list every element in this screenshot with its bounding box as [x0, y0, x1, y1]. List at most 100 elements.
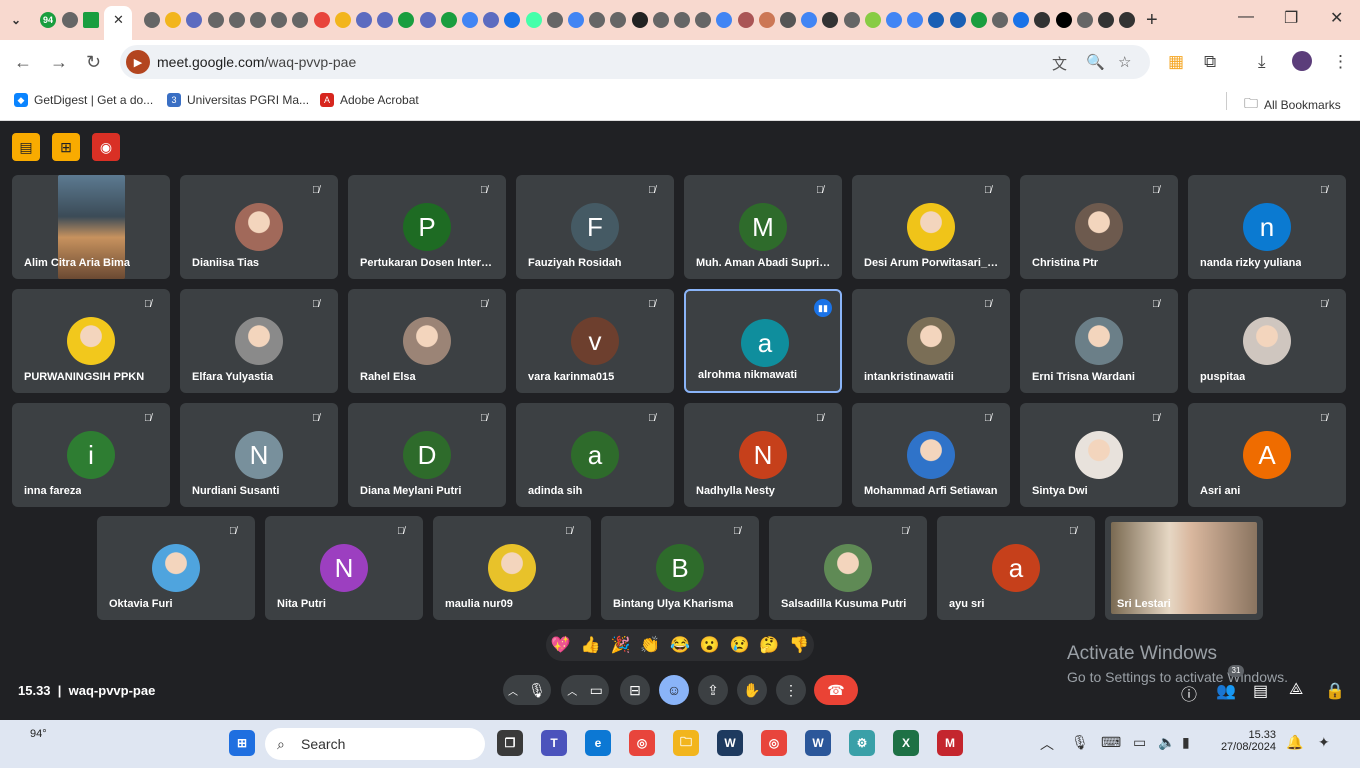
tab-favicon[interactable]	[1098, 12, 1114, 28]
bookmark-getdigest[interactable]: ◆ GetDigest | Get a do...	[14, 93, 153, 107]
translate-icon[interactable]: 文	[1052, 53, 1067, 74]
tab-favicon[interactable]	[504, 12, 521, 28]
tab-favicon[interactable]	[377, 12, 394, 28]
reaction-emoji[interactable]: 😢	[730, 635, 750, 655]
tab-favicon[interactable]	[822, 12, 839, 28]
reaction-emoji[interactable]: 👎	[789, 635, 809, 655]
bookmark-adobe-acrobat[interactable]: A Adobe Acrobat	[320, 93, 419, 107]
no-recording-icon[interactable]: ▤	[12, 133, 40, 161]
tab-search-chevron-icon[interactable]: ⌄	[8, 12, 24, 28]
present-button[interactable]: ⇪	[698, 675, 728, 705]
reload-button[interactable]: ↻	[86, 52, 101, 73]
participant-tile[interactable]: P 🎙̸ Pertukaran Dosen Intern...	[348, 175, 506, 279]
tab-favicon[interactable]	[525, 12, 542, 28]
weather-widget[interactable]: 94°	[30, 728, 47, 740]
participant-tile[interactable]: M 🎙̸ Muh. Aman Abadi Supriy...	[684, 175, 842, 279]
participant-tile[interactable]: D 🎙̸ Diana Meylani Putri	[348, 403, 506, 507]
download-icon[interactable]: ⤓	[1258, 52, 1266, 72]
forward-button[interactable]: →	[50, 52, 68, 73]
sheets-tab-icon[interactable]	[83, 12, 99, 28]
start-button[interactable]: ⊞	[229, 730, 255, 756]
tab-favicon[interactable]	[334, 12, 351, 28]
task-view-icon[interactable]: ❐	[497, 730, 523, 756]
tab-favicon[interactable]	[419, 12, 436, 28]
activities-icon[interactable]: ⟁	[1289, 681, 1303, 699]
tab-favicon[interactable]	[568, 12, 584, 28]
tab-favicon[interactable]	[313, 12, 330, 28]
address-bar[interactable]: ▶ meet.google.com/waq-pvvp-pae 文 🔍 ☆	[120, 45, 1150, 79]
participant-tile[interactable]: A 🎙̸ Asri ani	[1188, 403, 1346, 507]
participant-tile[interactable]: 🎙̸ PURWANINGSIH PPKN	[12, 289, 170, 393]
raise-hand-button[interactable]: ✋	[737, 675, 767, 705]
tab-favicon[interactable]	[780, 12, 796, 28]
participant-tile[interactable]: i 🎙̸ inna fareza	[12, 403, 170, 507]
recording-icon[interactable]: ◉	[92, 133, 120, 161]
participant-tile[interactable]: 🎙̸ Dianiisa Tias	[180, 175, 338, 279]
participant-tile[interactable]: 🎙̸ Christina Ptr	[1020, 175, 1178, 279]
tab-favicon[interactable]	[228, 12, 245, 28]
tab-icon[interactable]	[62, 12, 78, 28]
tab-favicon[interactable]	[250, 12, 266, 28]
participant-tile[interactable]: 🎙̸ Sintya Dwi	[1020, 403, 1178, 507]
display-icon[interactable]: ▭	[1133, 734, 1146, 751]
tab-favicon[interactable]	[1119, 12, 1136, 28]
close-window-button[interactable]: ✕	[1330, 8, 1343, 28]
notification-icon[interactable]: 🔔	[1286, 734, 1303, 751]
participant-tile[interactable]: N 🎙̸ Nita Putri	[265, 516, 423, 620]
chrome-profile-icon[interactable]: ◎	[761, 730, 787, 756]
participant-tile[interactable]: 🎙̸ Mohammad Arfi Setiawan	[852, 403, 1010, 507]
extension-icon[interactable]: ▦	[1168, 52, 1184, 72]
tab-favicon[interactable]	[1076, 12, 1093, 28]
participant-tile[interactable]: 🎙̸ intankristinawatii	[852, 289, 1010, 393]
tab-favicon[interactable]	[186, 12, 203, 28]
tab-favicon[interactable]	[992, 12, 1008, 28]
url-text[interactable]: meet.google.com/waq-pvvp-pae	[157, 54, 356, 70]
participant-tile[interactable]: Sri Lestari	[1105, 516, 1263, 620]
tab-favicon[interactable]	[292, 12, 309, 28]
zoom-icon[interactable]: 🔍	[1086, 53, 1105, 71]
active-tab[interactable]: ✕	[104, 6, 132, 40]
bookmark-unipgri[interactable]: 3 Universitas PGRI Ma...	[167, 93, 309, 107]
participant-tile[interactable]: a 🎙̸ ayu sri	[937, 516, 1095, 620]
mendeley-icon[interactable]: M	[937, 730, 963, 756]
tab-badge-icon[interactable]: 94	[40, 12, 56, 28]
tab-favicon[interactable]	[271, 12, 288, 28]
reaction-emoji[interactable]: 💖	[551, 635, 571, 655]
tab-favicon[interactable]	[843, 12, 860, 28]
reaction-emoji[interactable]: 😂	[670, 635, 690, 655]
chrome-icon[interactable]: ◎	[629, 730, 655, 756]
tab-favicon[interactable]	[886, 12, 902, 28]
chat-icon[interactable]: ▤	[1253, 681, 1268, 701]
tab-favicon[interactable]	[589, 12, 606, 28]
participant-tile[interactable]: N 🎙̸ Nurdiani Susanti	[180, 403, 338, 507]
battery-icon[interactable]: ▮	[1182, 734, 1190, 751]
bookmark-star-icon[interactable]: ☆	[1118, 53, 1131, 71]
all-bookmarks-button[interactable]: 🗀 All Bookmarks	[1244, 93, 1341, 117]
file-explorer-icon[interactable]: 🗀	[673, 730, 699, 756]
mic-tray-icon[interactable]: 🎙	[1071, 734, 1089, 751]
settings-app-icon[interactable]: ⚙	[849, 730, 875, 756]
new-tab-button[interactable]: +	[1146, 9, 1158, 32]
info-icon[interactable]: ⓘ	[1181, 681, 1197, 705]
tab-favicon[interactable]	[462, 12, 478, 28]
tab-favicon[interactable]	[1013, 12, 1030, 28]
participant-tile[interactable]: 🎙̸ Salsadilla Kusuma Putri	[769, 516, 927, 620]
participant-tile[interactable]: 🎙̸ maulia nur09	[433, 516, 591, 620]
more-options-button[interactable]: ⋮	[776, 675, 806, 705]
participant-tile[interactable]: N 🎙̸ Nadhylla Nesty	[684, 403, 842, 507]
reaction-emoji[interactable]: 👍	[581, 635, 601, 655]
participant-tile[interactable]: n 🎙̸ nanda rizky yuliana	[1188, 175, 1346, 279]
tab-favicon[interactable]	[652, 12, 669, 28]
host-controls-icon[interactable]: ⊞	[52, 133, 80, 161]
tab-favicon[interactable]	[610, 12, 627, 28]
reaction-emoji[interactable]: 🎉	[610, 635, 630, 655]
participant-tile[interactable]: a 🎙̸ adinda sih	[516, 403, 674, 507]
participant-tile[interactable]: v 🎙̸ vara karinma015	[516, 289, 674, 393]
minimize-button[interactable]: —	[1238, 8, 1254, 26]
tab-favicon[interactable]	[907, 12, 924, 28]
reaction-emoji[interactable]: 😮	[700, 635, 720, 655]
people-icon[interactable]: 👥	[1216, 681, 1236, 701]
reaction-emoji[interactable]: 👏	[640, 635, 660, 655]
meet-site-icon[interactable]: ▶	[126, 50, 150, 74]
edge-icon[interactable]: e	[585, 730, 611, 756]
